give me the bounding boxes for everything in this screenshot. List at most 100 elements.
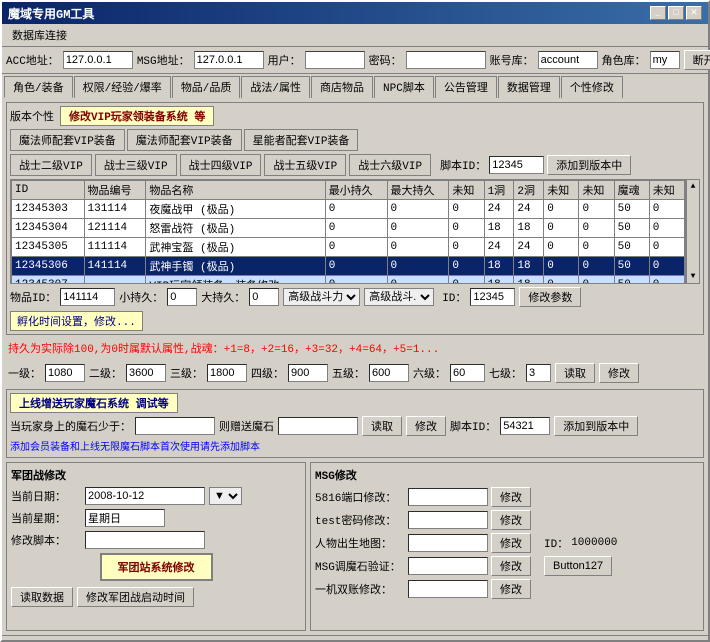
warrior-tab-lv3[interactable]: 战士三级VIP — [95, 154, 177, 176]
foot-id-input[interactable] — [489, 156, 544, 174]
level-controls-row: 一级： 二级： 三级： 四级： 五级： 六级： 七级： 读取 修改 — [6, 361, 704, 385]
level7-input[interactable] — [526, 364, 551, 382]
guild-modify-time-button[interactable]: 修改军团战启动时间 — [77, 587, 194, 607]
level1-input[interactable] — [45, 364, 85, 382]
table-row[interactable]: 12345306141114武神手镯 (极品)000181800500 — [12, 257, 685, 276]
acc-address-input[interactable] — [63, 51, 133, 69]
table-row[interactable]: 12345305111114武神宝盔 (极品)000242400500 — [12, 238, 685, 257]
msg-test-modify-button[interactable]: 修改 — [491, 510, 531, 530]
tab-data-manage[interactable]: 数据管理 — [498, 76, 560, 98]
modify-param-button[interactable]: 修改参数 — [519, 287, 581, 307]
tab-role-equipment[interactable]: 角色/装备 — [4, 76, 73, 98]
warrior-tab-lv5[interactable]: 战士五级VIP — [264, 154, 346, 176]
table-row[interactable]: 12345304121114怒雷战符 (极品)000181800500 — [12, 219, 685, 238]
guild-week-input[interactable] — [85, 509, 165, 527]
col-header-hole2: 2洞 — [514, 181, 544, 200]
id-input[interactable] — [470, 288, 515, 306]
item-id-input[interactable] — [60, 288, 115, 306]
main-content: 版本个性 修改VIP玩家领装备系统 等 魔法师配套VIP装备 魔法师配套VIP装… — [2, 98, 708, 635]
guild-date-input[interactable] — [85, 487, 205, 505]
table-row[interactable]: 12345307VIP玩家领装备，装备修改。000181800500 — [12, 276, 685, 285]
msg-port-modify-button[interactable]: 修改 — [491, 487, 531, 507]
msg-stone-input[interactable] — [408, 557, 488, 575]
table-row[interactable]: 12345303131114夜魔战甲 (极品)000242400500 — [12, 200, 685, 219]
window-title: 魔域专用GM工具 — [8, 5, 94, 22]
version-label: 版本个性 — [10, 108, 54, 124]
level-modify-button[interactable]: 修改 — [599, 363, 639, 383]
guild-week-row: 当前星期： — [11, 509, 301, 527]
guild-date-dropdown[interactable]: ▼ — [209, 487, 242, 505]
tab-permission[interactable]: 权限/经验/爆率 — [74, 76, 171, 98]
tab-shop-item[interactable]: 商店物品 — [311, 76, 373, 98]
tab-announce[interactable]: 公告管理 — [435, 76, 497, 98]
msg-port-label: 5816端口修改： — [315, 489, 405, 505]
table-container: ID 物品编号 物品名称 最小持久 最大持久 未知 1洞 2洞 未知 未知 魔魂 — [10, 179, 700, 284]
msg-machine-modify-button[interactable]: 修改 — [491, 579, 531, 599]
vip-section: 版本个性 修改VIP玩家领装备系统 等 魔法师配套VIP装备 魔法师配套VIP装… — [6, 102, 704, 335]
close-button[interactable]: ✕ — [686, 6, 702, 20]
msg-stone-modify-button[interactable]: 修改 — [491, 556, 531, 576]
stone-give-input[interactable] — [278, 417, 358, 435]
col-header-min: 最小持久 — [325, 181, 387, 200]
level3-input[interactable] — [207, 364, 247, 382]
level3-label: 三级： — [170, 365, 203, 381]
msg-map-modify-button[interactable]: 修改 — [491, 533, 531, 553]
minimize-button[interactable]: _ — [650, 6, 666, 20]
guild-big-btn-row: 军团站系统修改 — [11, 553, 301, 581]
warrior-tab-lv6[interactable]: 战士六级VIP — [349, 154, 431, 176]
sub-tab-mage-vip[interactable]: 魔法师配套VIP装备 — [10, 129, 125, 151]
tab-skill-attribute[interactable]: 战法/属性 — [241, 76, 310, 98]
level2-input[interactable] — [126, 364, 166, 382]
guild-read-button[interactable]: 读取数据 — [11, 587, 73, 607]
msg-address-label: MSG地址： — [137, 52, 190, 68]
guild-system-modify-button[interactable]: 军团站系统修改 — [100, 553, 213, 581]
table-scrollbar[interactable]: ▲ ▼ — [686, 179, 700, 284]
level7-label: 七级： — [489, 365, 522, 381]
stone-modify-button[interactable]: 修改 — [406, 416, 446, 436]
level6-input[interactable] — [450, 364, 485, 382]
sub-tab-mage-vip2[interactable]: 魔法师配套VIP装备 — [127, 129, 242, 151]
guild-week-label: 当前星期： — [11, 510, 81, 526]
guild-script-input[interactable] — [85, 531, 205, 549]
warrior-tab-lv2[interactable]: 战士二级VIP — [10, 154, 92, 176]
menu-db[interactable]: 数据库连接 — [6, 26, 73, 44]
level4-label: 四级： — [251, 365, 284, 381]
msg-port-input[interactable] — [408, 488, 488, 506]
main-window: 魔域专用GM工具 _ □ ✕ 数据库连接 ACC地址： MSG地址： 用户： 密… — [0, 0, 710, 642]
btn127-button[interactable]: Button127 — [544, 556, 612, 576]
col-header-code: 物品编号 — [84, 181, 146, 200]
menubar: 数据库连接 — [2, 24, 708, 47]
tab-npc-script[interactable]: NPC脚本 — [374, 76, 434, 98]
sub-tab-star-vip[interactable]: 星能者配套VIP装备 — [244, 129, 359, 151]
bottom-section: 军团战修改 当前日期： ▼ 当前星期： 修改脚本： 军团站系统修改 — [6, 462, 704, 631]
msg-test-input[interactable] — [408, 511, 488, 529]
combat-select[interactable]: 高级战斗力 — [283, 288, 360, 306]
pwd-input[interactable] — [406, 51, 486, 69]
stone-add-button[interactable]: 添加到版本中 — [554, 416, 638, 436]
tab-item-quality[interactable]: 物品/品质 — [172, 76, 241, 98]
stone-script-id-input[interactable] — [500, 417, 550, 435]
user-input[interactable] — [305, 51, 365, 69]
msg-machine-input[interactable] — [408, 580, 488, 598]
stone-read-button[interactable]: 读取 — [362, 416, 402, 436]
level5-input[interactable] — [369, 364, 409, 382]
col-header-soul: 魔魂 — [614, 181, 649, 200]
msg-map-input[interactable] — [408, 534, 488, 552]
level-read-button[interactable]: 读取 — [555, 363, 595, 383]
item-id-label: 物品ID： — [10, 289, 56, 305]
maximize-button[interactable]: □ — [668, 6, 684, 20]
level4-input[interactable] — [288, 364, 328, 382]
combat2-select[interactable]: 高级战斗... — [364, 288, 434, 306]
tab-personal-modify[interactable]: 个性修改 — [561, 76, 623, 98]
max-input[interactable] — [249, 288, 279, 306]
disconnect-button[interactable]: 断开 — [684, 50, 710, 70]
min-input[interactable] — [167, 288, 197, 306]
stone-less-input[interactable] — [135, 417, 215, 435]
acc-db-input[interactable] — [538, 51, 598, 69]
msg-port-row: 5816端口修改： 修改 — [315, 487, 699, 507]
warrior-tab-lv4[interactable]: 战士四级VIP — [180, 154, 262, 176]
add-to-version-button[interactable]: 添加到版本中 — [547, 155, 631, 175]
msg-address-input[interactable] — [194, 51, 264, 69]
connection-bar: ACC地址： MSG地址： 用户： 密码： 账号库： 角色库： 断开 — [2, 47, 708, 74]
role-db-input[interactable] — [650, 51, 680, 69]
